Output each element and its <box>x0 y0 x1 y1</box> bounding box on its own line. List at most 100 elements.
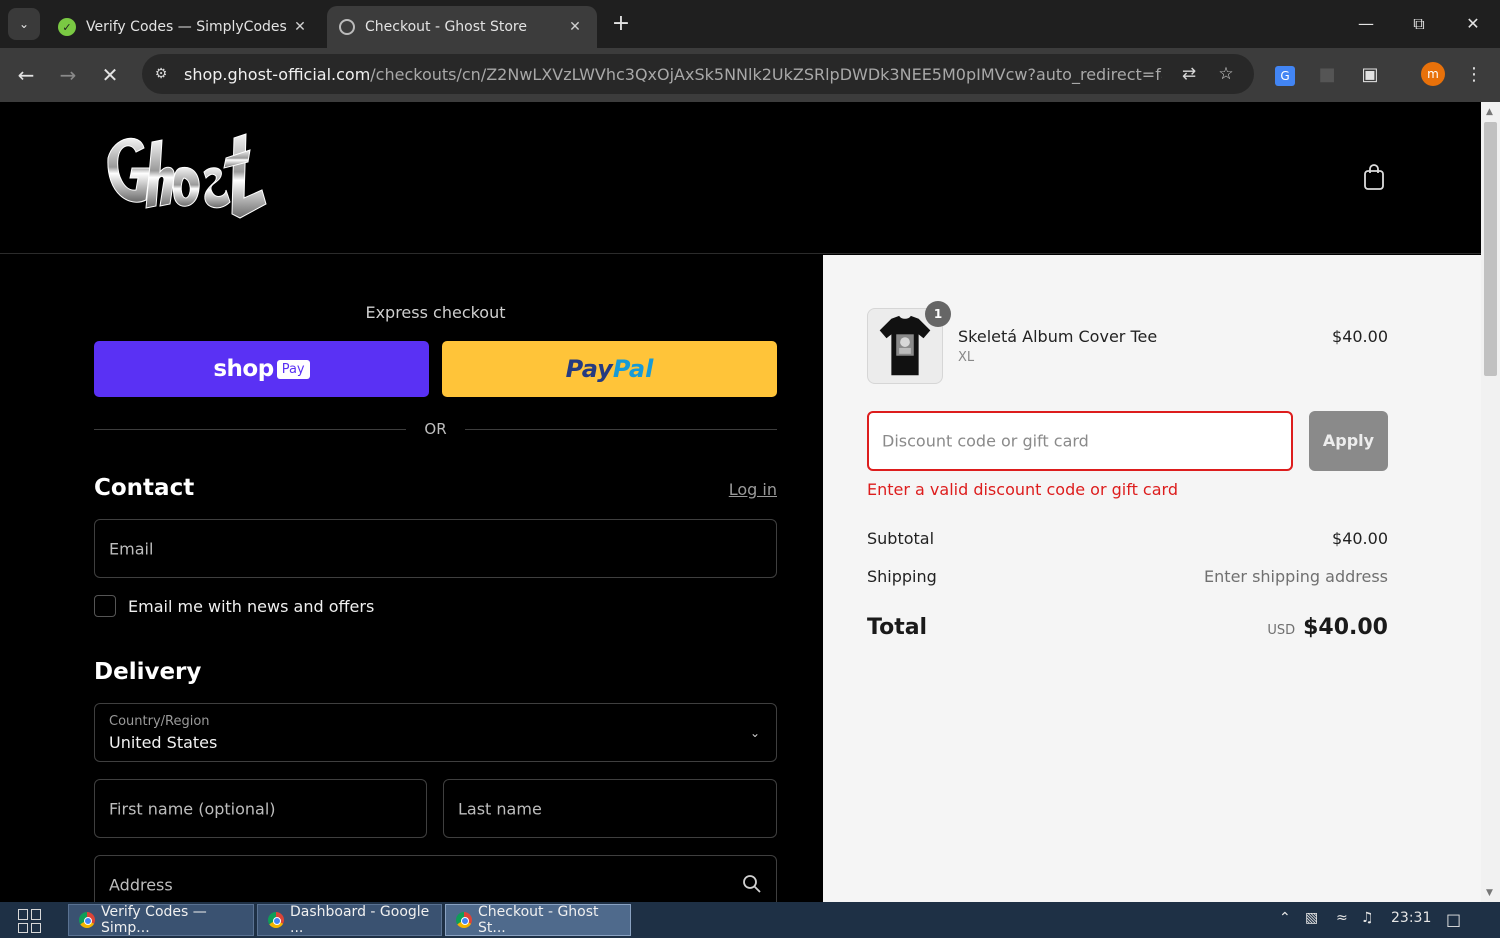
divider-line <box>464 428 778 430</box>
store-header <box>0 102 1481 254</box>
subtotal-row: Subtotal $40.00 <box>867 529 1388 548</box>
shop-pay-badge: Pay <box>276 359 310 379</box>
country-select[interactable]: Country/Region United States ⌄ <box>94 703 777 762</box>
last-name-placeholder: Last name <box>458 799 542 818</box>
tab-search-chevron-icon[interactable]: ⌄ <box>8 8 40 40</box>
product-price: $40.00 <box>1332 327 1388 346</box>
battery-icon[interactable]: ▧ <box>1305 910 1318 926</box>
country-label: Country/Region <box>109 714 210 729</box>
taskbar-item-checkout[interactable]: Checkout - Ghost St... <box>445 904 631 936</box>
discount-code-input[interactable]: Discount code or gift card <box>867 411 1293 471</box>
clock[interactable]: 23:31 <box>1391 910 1431 926</box>
tab-title: Checkout - Ghost Store <box>365 19 527 35</box>
scroll-thumb[interactable] <box>1484 122 1497 376</box>
product-name: Skeletá Album Cover Tee <box>958 327 1158 346</box>
checkout-form: Express checkout shop Pay Pay Pal OR Cont… <box>0 255 823 902</box>
contact-title: Contact <box>94 475 195 501</box>
taskbar-item-verify-codes[interactable]: Verify Codes — Simp... <box>68 904 254 936</box>
last-name-field[interactable]: Last name <box>443 779 777 838</box>
extensions-puzzle-icon[interactable]: ▣ <box>1354 59 1386 91</box>
url-text[interactable]: shop.ghost-official.com/checkouts/cn/Z2N… <box>184 65 1162 84</box>
ghost-logo[interactable] <box>100 128 272 228</box>
translate-icon[interactable]: ⇄ <box>1176 61 1202 87</box>
delivery-title: Delivery <box>94 659 202 685</box>
address-bar[interactable]: ⚙ shop.ghost-official.com/checkouts/cn/Z… <box>142 54 1254 94</box>
back-arrow-icon[interactable]: ← <box>10 59 42 91</box>
site-info-icon[interactable]: ⚙ <box>148 61 174 87</box>
email-placeholder: Email <box>109 539 154 558</box>
shipping-label: Shipping <box>867 567 937 586</box>
total-label: Total <box>867 615 928 640</box>
chrome-icon <box>268 912 284 928</box>
stop-loading-icon[interactable]: ✕ <box>94 59 126 91</box>
windows-taskbar: Verify Codes — Simp... Dashboard - Googl… <box>0 902 1500 938</box>
volume-icon[interactable]: ♫ <box>1361 910 1374 926</box>
tab-checkout[interactable]: Checkout - Ghost Store ✕ <box>327 6 597 48</box>
ghost-icon <box>339 19 355 35</box>
order-summary: 1 Skeletá Album Cover Tee XL $40.00 Disc… <box>823 255 1481 902</box>
total-amount: USD $40.00 <box>1267 615 1388 640</box>
newsletter-checkbox[interactable] <box>94 595 116 617</box>
bookmark-star-icon[interactable]: ☆ <box>1213 61 1239 87</box>
shop-pay-button[interactable]: shop Pay <box>94 341 429 397</box>
chrome-icon <box>79 912 95 928</box>
minimize-icon[interactable]: — <box>1346 10 1386 38</box>
taskbar-item-label: Verify Codes — Simp... <box>101 904 207 936</box>
page-scrollbar[interactable]: ▲ ▼ <box>1481 102 1500 902</box>
shipping-row: Shipping Enter shipping address <box>867 567 1388 586</box>
paypal-button[interactable]: Pay Pal <box>442 341 777 397</box>
address-field[interactable]: Address <box>94 855 777 902</box>
taskbar-item-label: Checkout - Ghost St... <box>478 904 599 936</box>
taskbar-item-dashboard[interactable]: Dashboard - Google ... <box>257 904 442 936</box>
taskbar-item-label: Dashboard - Google ... <box>290 904 430 936</box>
extension-icon[interactable]: ■ <box>1311 59 1343 91</box>
currency-code: USD <box>1267 623 1296 638</box>
browser-toolbar: ← → ✕ ⚙ shop.ghost-official.com/checkout… <box>0 48 1500 102</box>
google-translate-extension-icon[interactable]: G <box>1269 59 1301 91</box>
shopping-bag-icon[interactable] <box>1360 162 1388 192</box>
discount-placeholder: Discount code or gift card <box>882 431 1089 451</box>
tab-verify-codes[interactable]: ✓ Verify Codes — SimplyCodes ✕ <box>46 6 322 48</box>
first-name-field[interactable]: First name (optional) <box>94 779 427 838</box>
product-variant: XL <box>958 350 975 365</box>
scroll-up-arrow-icon[interactable]: ▲ <box>1486 107 1493 117</box>
shop-pay-wordmark: shop <box>213 356 274 382</box>
total-row: Total USD $40.00 <box>867 615 1388 640</box>
subtotal-label: Subtotal <box>867 529 935 548</box>
close-window-icon[interactable]: ✕ <box>1453 10 1493 38</box>
or-label: OR <box>424 420 447 438</box>
paypal-wordmark-part1: Pay <box>565 355 613 383</box>
apply-discount-button[interactable]: Apply <box>1309 411 1388 471</box>
email-field[interactable]: Email <box>94 519 777 578</box>
close-tab-icon[interactable]: ✕ <box>290 19 310 35</box>
notification-icon[interactable]: □ <box>1446 910 1461 929</box>
discount-error-message: Enter a valid discount code or gift card <box>867 480 1178 499</box>
shipping-value: Enter shipping address <box>1204 567 1388 586</box>
browser-menu-icon[interactable]: ⋮ <box>1458 59 1490 91</box>
profile-avatar[interactable]: m <box>1421 62 1445 86</box>
chevron-down-icon: ⌄ <box>749 726 760 740</box>
login-link[interactable]: Log in <box>729 480 777 499</box>
forward-arrow-icon[interactable]: → <box>52 59 84 91</box>
simplycodes-icon: ✓ <box>58 18 76 36</box>
newsletter-checkbox-row[interactable]: Email me with news and offers <box>94 595 374 617</box>
start-grid-icon[interactable] <box>18 909 42 933</box>
show-hidden-icons-icon[interactable]: ⌃ <box>1279 910 1291 926</box>
scroll-down-arrow-icon[interactable]: ▼ <box>1486 888 1493 898</box>
express-checkout-title: Express checkout <box>365 303 506 322</box>
new-tab-button[interactable]: + <box>608 12 634 38</box>
paypal-wordmark-part2: Pal <box>612 355 654 383</box>
address-placeholder: Address <box>109 875 173 894</box>
total-value: $40.00 <box>1303 615 1388 640</box>
newsletter-label[interactable]: Email me with news and offers <box>128 597 374 616</box>
country-value: United States <box>109 733 218 752</box>
chrome-icon <box>456 912 472 928</box>
tab-strip: ⌄ ✓ Verify Codes — SimplyCodes ✕ Checkou… <box>0 0 1500 48</box>
wifi-icon[interactable]: ≈ <box>1336 910 1348 926</box>
or-divider: OR <box>94 419 778 439</box>
tab-title: Verify Codes — SimplyCodes <box>86 19 287 35</box>
restore-icon[interactable]: ⧉ <box>1399 10 1439 38</box>
first-name-placeholder: First name (optional) <box>109 799 276 818</box>
close-tab-icon[interactable]: ✕ <box>565 19 585 35</box>
divider-line <box>94 428 407 430</box>
